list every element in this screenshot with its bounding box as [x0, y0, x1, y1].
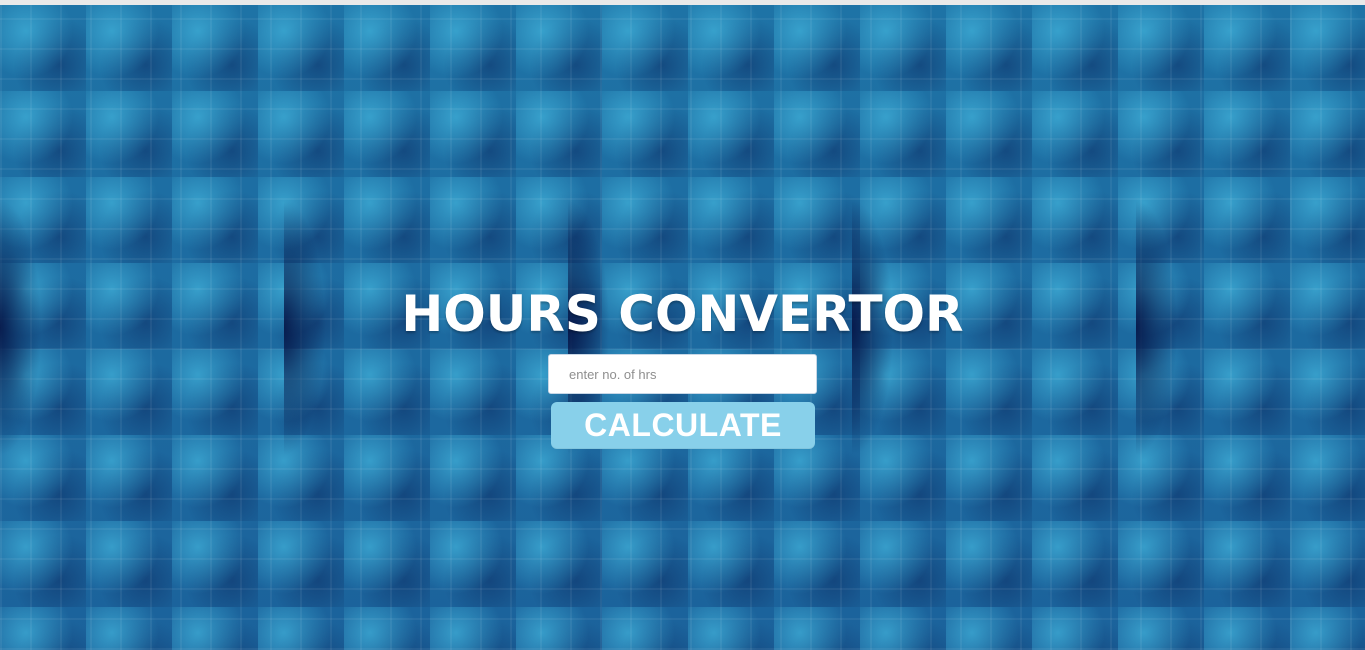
page-title: HOURS CONVERTOR	[401, 284, 964, 343]
calculate-button[interactable]: CALCULATE	[551, 402, 815, 449]
hours-input[interactable]	[548, 354, 817, 394]
